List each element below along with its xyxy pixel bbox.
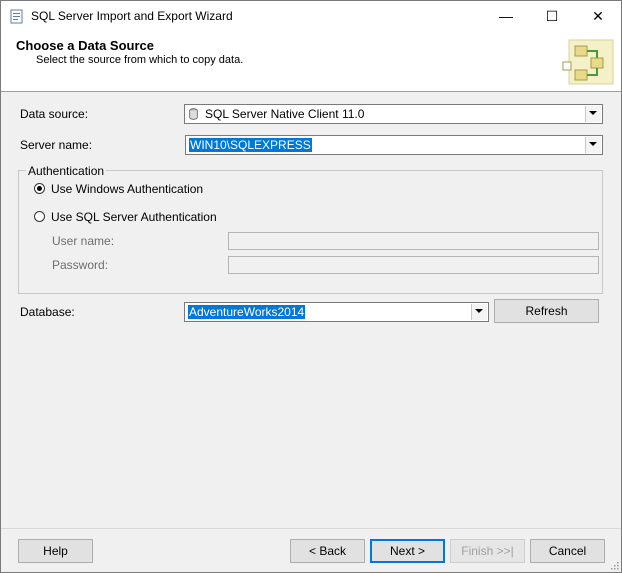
data-source-value: SQL Server Native Client 11.0 bbox=[205, 107, 365, 121]
help-button[interactable]: Help bbox=[18, 539, 93, 563]
title-bar[interactable]: SQL Server Import and Export Wizard — ☐ … bbox=[1, 1, 621, 32]
back-button[interactable]: < Back bbox=[290, 539, 365, 563]
user-name-input[interactable] bbox=[228, 232, 599, 250]
wizard-header: Choose a Data Source Select the source f… bbox=[1, 32, 621, 92]
close-button[interactable]: ✕ bbox=[575, 1, 621, 32]
database-combo[interactable]: AdventureWorks2014 bbox=[184, 302, 489, 322]
footer-divider bbox=[1, 528, 621, 529]
chevron-down-icon bbox=[589, 111, 597, 115]
wizard-app-icon bbox=[10, 9, 23, 24]
database-dropdown-button[interactable] bbox=[471, 304, 487, 320]
maximize-button[interactable]: ☐ bbox=[529, 1, 575, 32]
data-source-label: Data source: bbox=[20, 107, 89, 121]
password-label: Password: bbox=[52, 258, 109, 272]
authentication-legend: Authentication bbox=[26, 164, 107, 178]
data-source-combo[interactable]: SQL Server Native Client 11.0 bbox=[184, 104, 603, 124]
resize-grip-icon[interactable] bbox=[609, 560, 619, 570]
data-source-dropdown-button[interactable] bbox=[585, 106, 601, 122]
database-value[interactable]: AdventureWorks2014 bbox=[188, 305, 306, 319]
chevron-down-icon bbox=[589, 142, 597, 146]
page-subtitle: Select the source from which to copy dat… bbox=[36, 54, 244, 66]
sql-auth-label[interactable]: Use SQL Server Authentication bbox=[51, 210, 217, 224]
wizard-window: SQL Server Import and Export Wizard — ☐ … bbox=[0, 0, 622, 573]
windows-auth-label[interactable]: Use Windows Authentication bbox=[51, 182, 203, 196]
server-name-dropdown-button[interactable] bbox=[585, 137, 601, 153]
server-name-value[interactable]: WIN10\SQLEXPRESS bbox=[189, 138, 312, 152]
finish-button[interactable]: Finish >>| bbox=[450, 539, 525, 563]
database-label: Database: bbox=[20, 305, 75, 319]
refresh-button[interactable]: Refresh bbox=[494, 299, 599, 323]
windows-auth-radio[interactable] bbox=[34, 183, 45, 194]
server-name-label: Server name: bbox=[20, 138, 93, 152]
next-button[interactable]: Next > bbox=[370, 539, 445, 563]
database-icon bbox=[189, 108, 198, 120]
server-name-combo[interactable]: WIN10\SQLEXPRESS bbox=[185, 135, 603, 155]
page-title: Choose a Data Source bbox=[16, 38, 154, 53]
cancel-button[interactable]: Cancel bbox=[530, 539, 605, 563]
wizard-flowchart-icon bbox=[562, 39, 614, 85]
radio-selected-dot bbox=[37, 186, 42, 191]
window-title: SQL Server Import and Export Wizard bbox=[31, 9, 233, 23]
sql-auth-radio[interactable] bbox=[34, 211, 45, 222]
password-input[interactable] bbox=[228, 256, 599, 274]
chevron-down-icon bbox=[475, 309, 483, 313]
user-name-label: User name: bbox=[52, 234, 115, 248]
minimize-button[interactable]: — bbox=[483, 1, 529, 32]
